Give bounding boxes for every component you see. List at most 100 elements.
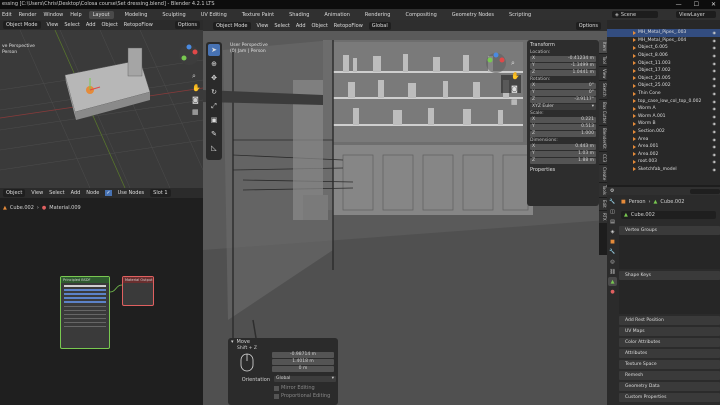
- location-y-field[interactable]: Y -1.3499 m: [530, 63, 596, 69]
- visibility-eye-icon[interactable]: ◉: [713, 68, 717, 73]
- tab-geometry-nodes[interactable]: Geometry Nodes: [448, 11, 498, 19]
- scale-x-field[interactable]: X 0.221: [530, 117, 596, 123]
- visibility-eye-icon[interactable]: ◉: [713, 61, 717, 66]
- outliner-item[interactable]: Worm A ◉: [607, 105, 720, 113]
- sidebar-tab-tool[interactable]: Tool: [599, 54, 607, 66]
- main-menu-view[interactable]: View: [257, 23, 269, 29]
- rotation-y-field[interactable]: Y 0°: [530, 90, 596, 96]
- section-shape-keys[interactable]: Shape Keys: [619, 271, 720, 280]
- node-object-dropdown[interactable]: Object: [3, 189, 26, 197]
- outliner-item[interactable]: Object_11.003 ◉: [607, 59, 720, 67]
- sidebar-tab-tools[interactable]: Tools: [599, 183, 607, 198]
- main-menu-object[interactable]: Object: [312, 23, 328, 29]
- camera-icon[interactable]: ◙: [192, 94, 201, 106]
- minimize-icon[interactable]: —: [676, 1, 682, 8]
- outliner-item[interactable]: Object_8.006 ◉: [607, 52, 720, 60]
- annotate-tool-icon[interactable]: ✎: [208, 128, 220, 140]
- tab-rendering[interactable]: Rendering: [361, 11, 395, 19]
- sidebar-tab-sketch[interactable]: Sketch: [599, 81, 607, 99]
- dimensions-x-field[interactable]: X 0.443 m: [530, 144, 596, 150]
- rotation-x-field[interactable]: X 0°: [530, 83, 596, 89]
- visibility-eye-icon[interactable]: ◉: [713, 53, 717, 58]
- location-x-field[interactable]: X -0.41234 m: [530, 56, 596, 62]
- left-3d-viewport[interactable]: Object Mode View Select Add Object Retop…: [0, 20, 203, 188]
- menu-edit[interactable]: Edit: [2, 12, 12, 18]
- orientation-dropdown[interactable]: Global ▾: [274, 376, 336, 382]
- outliner-item[interactable]: Object_21.005 ◉: [607, 75, 720, 83]
- outliner-item[interactable]: MH_Metal_Pipes_.003 ◉: [607, 29, 720, 37]
- rotation-mode-dropdown[interactable]: XYZ Euler ▾: [530, 104, 596, 110]
- scale-z-field[interactable]: Z 1.000: [530, 131, 596, 137]
- left-options-button[interactable]: Options: [174, 21, 200, 29]
- visibility-eye-icon[interactable]: ◉: [713, 114, 717, 119]
- visibility-eye-icon[interactable]: ◉: [713, 99, 717, 104]
- sidebar-tab-view[interactable]: View: [599, 66, 607, 81]
- left-menu-select[interactable]: Select: [64, 22, 79, 28]
- node-menu-view[interactable]: View: [31, 190, 43, 196]
- visibility-eye-icon[interactable]: ◉: [713, 129, 717, 134]
- main-camera-icon[interactable]: ◙: [511, 83, 520, 96]
- section-color-attributes[interactable]: Color Attributes: [619, 338, 720, 347]
- left-mode-dropdown[interactable]: Object Mode: [3, 21, 41, 29]
- section-geometry-data[interactable]: Geometry Data: [619, 382, 720, 391]
- scale-tool-icon[interactable]: ⤢: [208, 100, 220, 112]
- visibility-eye-icon[interactable]: ◉: [713, 167, 717, 172]
- left-menu-retopoflow[interactable]: RetopoFlow: [124, 22, 153, 28]
- main-menu-select[interactable]: Select: [274, 23, 289, 29]
- material-output-node[interactable]: Material Output: [122, 276, 154, 306]
- render-tab-icon[interactable]: ◫: [608, 207, 617, 216]
- section-uv-maps[interactable]: UV Maps: [619, 327, 720, 336]
- mirror-editing-row[interactable]: Mirror Editing: [274, 385, 315, 391]
- tab-texture-paint[interactable]: Texture Paint: [238, 11, 278, 19]
- outliner-item[interactable]: root.003 ◉: [607, 158, 720, 166]
- sidebar-tab-item[interactable]: Item: [599, 40, 607, 54]
- visibility-eye-icon[interactable]: ◉: [713, 30, 717, 35]
- mesh-datablock-field[interactable]: ▲ Cube.002: [621, 211, 716, 219]
- main-pan-icon[interactable]: ✋: [511, 70, 520, 83]
- menu-help[interactable]: Help: [70, 12, 81, 18]
- tab-scripting[interactable]: Scripting: [505, 11, 535, 19]
- sidebar-tab-create[interactable]: Create: [599, 165, 607, 183]
- dimensions-z-field[interactable]: Z 1.88 m: [530, 158, 596, 164]
- main-grid-icon[interactable]: ▦: [511, 96, 520, 109]
- section-remesh[interactable]: Remesh: [619, 371, 720, 380]
- tab-modeling[interactable]: Modeling: [121, 11, 152, 19]
- visibility-eye-icon[interactable]: ◉: [713, 106, 717, 111]
- close-icon[interactable]: ✕: [711, 1, 716, 8]
- grid-icon[interactable]: ▦: [192, 106, 201, 118]
- select-tool-icon[interactable]: ➤: [208, 44, 220, 56]
- chevron-down-icon[interactable]: ▾: [231, 339, 234, 345]
- tab-shading[interactable]: Shading: [285, 11, 313, 19]
- outliner-item[interactable]: Worm B ◉: [607, 120, 720, 128]
- sidebar-tab-cc3[interactable]: CC3: [599, 151, 607, 165]
- node-menu-node[interactable]: Node: [86, 190, 99, 196]
- tab-compositing[interactable]: Compositing: [401, 11, 440, 19]
- visibility-eye-icon[interactable]: ◉: [713, 45, 717, 50]
- transform-tool-icon[interactable]: ▣: [208, 114, 220, 126]
- proportional-editing-row[interactable]: Proportional Editing: [274, 393, 330, 399]
- zoom-icon[interactable]: ⌕: [192, 70, 201, 82]
- rotation-z-field[interactable]: Z -3.9117°: [530, 97, 596, 103]
- scene-selector[interactable]: ◈ Scene: [612, 11, 658, 18]
- tab-uv-editing[interactable]: UV Editing: [197, 11, 231, 19]
- section-attributes[interactable]: Attributes: [619, 349, 720, 358]
- visibility-eye-icon[interactable]: ◉: [713, 152, 717, 157]
- move-y-field[interactable]: 1.4018 m: [272, 359, 334, 365]
- maximize-icon[interactable]: ☐: [694, 1, 699, 8]
- outliner-item[interactable]: Object_17.002 ◉: [607, 67, 720, 75]
- outliner-item[interactable]: Area.001 ◉: [607, 143, 720, 151]
- sidebar-tab-edit[interactable]: Edit: [599, 198, 607, 211]
- properties-subpanel[interactable]: Properties: [530, 167, 596, 174]
- visibility-eye-icon[interactable]: ◉: [713, 76, 717, 81]
- menu-render[interactable]: Render: [19, 12, 37, 18]
- left-menu-object[interactable]: Object: [102, 22, 118, 28]
- tab-sculpting[interactable]: Sculpting: [158, 11, 189, 19]
- dimensions-y-field[interactable]: Y 1.03 m: [530, 151, 596, 157]
- outliner-item[interactable]: top_case_low_col_top_0.002 ◉: [607, 97, 720, 105]
- sidebar-tab-blenderkit[interactable]: BlenderKit: [599, 126, 607, 151]
- use-nodes-checkbox[interactable]: ✓: [105, 190, 112, 196]
- shape-keys-list[interactable]: [619, 280, 720, 314]
- vertex-groups-list[interactable]: [619, 235, 720, 269]
- outliner-item[interactable]: MH_Metal_Pipes_.004 ◉: [607, 37, 720, 45]
- sidebar-tab-box-cutter[interactable]: Box Cutter: [599, 99, 607, 126]
